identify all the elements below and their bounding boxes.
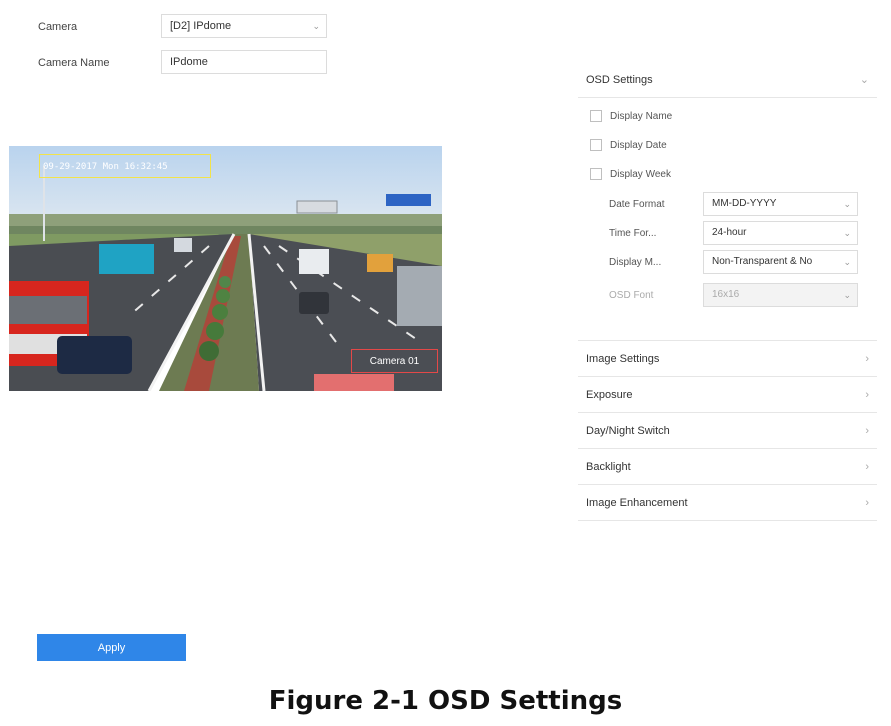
osd-camera-name-text: Camera 01 [369,356,420,367]
day-night-switch-header[interactable]: Day/Night Switch › [578,413,877,449]
figure-caption: Figure 2-1 OSD Settings [268,686,623,716]
chevron-right-icon: › [865,388,869,401]
live-preview[interactable]: 09-29-2017 Mon 16:32:45 Camera 01 [9,146,442,391]
display-week-checkbox-row[interactable]: Display Week [590,168,671,180]
chevron-down-icon: ⌄ [843,257,851,267]
camera-name-value: IPdome [170,56,208,68]
display-mode-value: Non-Transparent & No [712,256,813,267]
camera-name-input[interactable]: IPdome [161,50,327,74]
osd-settings-title: OSD Settings [586,73,653,86]
display-date-checkbox[interactable] [590,139,602,151]
chevron-down-icon: ⌄ [859,74,869,86]
day-night-switch-title: Day/Night Switch [586,424,670,437]
chevron-down-icon: ⌄ [843,199,851,209]
chevron-right-icon: › [865,424,869,437]
time-format-select[interactable]: 24-hour ⌄ [703,221,858,245]
osd-font-value: 16x16 [712,289,740,300]
image-enhancement-header[interactable]: Image Enhancement › [578,485,877,521]
osd-datetime-text: 09-29-2017 Mon 16:32:45 [43,162,168,172]
chevron-right-icon: › [865,496,869,509]
chevron-down-icon: ⌄ [843,290,851,300]
osd-camera-name-overlay[interactable]: Camera 01 [351,349,438,373]
chevron-down-icon: ⌄ [312,21,320,31]
date-format-select[interactable]: MM-DD-YYYY ⌄ [703,192,858,216]
display-name-checkbox[interactable] [590,110,602,122]
chevron-right-icon: › [865,460,869,473]
osd-settings-body: Display Name Display Date Display Week D… [578,98,877,340]
exposure-title: Exposure [586,388,633,401]
image-settings-title: Image Settings [586,352,660,365]
display-name-checkbox-row[interactable]: Display Name [590,110,672,122]
osd-datetime-overlay[interactable]: 09-29-2017 Mon 16:32:45 [39,154,211,178]
time-format-value: 24-hour [712,227,747,238]
camera-name-label: Camera Name [38,57,110,69]
chevron-right-icon: › [865,352,869,365]
display-week-label: Display Week [610,168,671,180]
osd-settings-header[interactable]: OSD Settings ⌄ [578,62,877,98]
apply-button[interactable]: Apply [37,634,186,661]
backlight-title: Backlight [586,460,631,473]
image-settings-header[interactable]: Image Settings › [578,341,877,377]
exposure-header[interactable]: Exposure › [578,377,877,413]
camera-label: Camera [38,21,78,33]
display-date-checkbox-row[interactable]: Display Date [590,139,667,151]
camera-select[interactable]: [D2] IPdome ⌄ [161,14,327,38]
osd-font-label: OSD Font [609,290,654,301]
camera-select-value: [D2] IPdome [170,20,232,32]
date-format-label: Date Format [609,199,665,210]
date-format-value: MM-DD-YYYY [712,198,777,209]
backlight-header[interactable]: Backlight › [578,449,877,485]
time-format-label: Time For... [609,228,657,239]
settings-panel: OSD Settings ⌄ Display Name Display Date… [578,62,877,521]
chevron-down-icon: ⌄ [843,228,851,238]
image-enhancement-title: Image Enhancement [586,496,688,509]
osd-font-select: 16x16 ⌄ [703,283,858,307]
display-name-label: Display Name [610,110,673,122]
display-week-checkbox[interactable] [590,168,602,180]
display-mode-select[interactable]: Non-Transparent & No ⌄ [703,250,858,274]
display-mode-label: Display M... [609,257,662,268]
display-date-label: Display Date [610,139,667,151]
